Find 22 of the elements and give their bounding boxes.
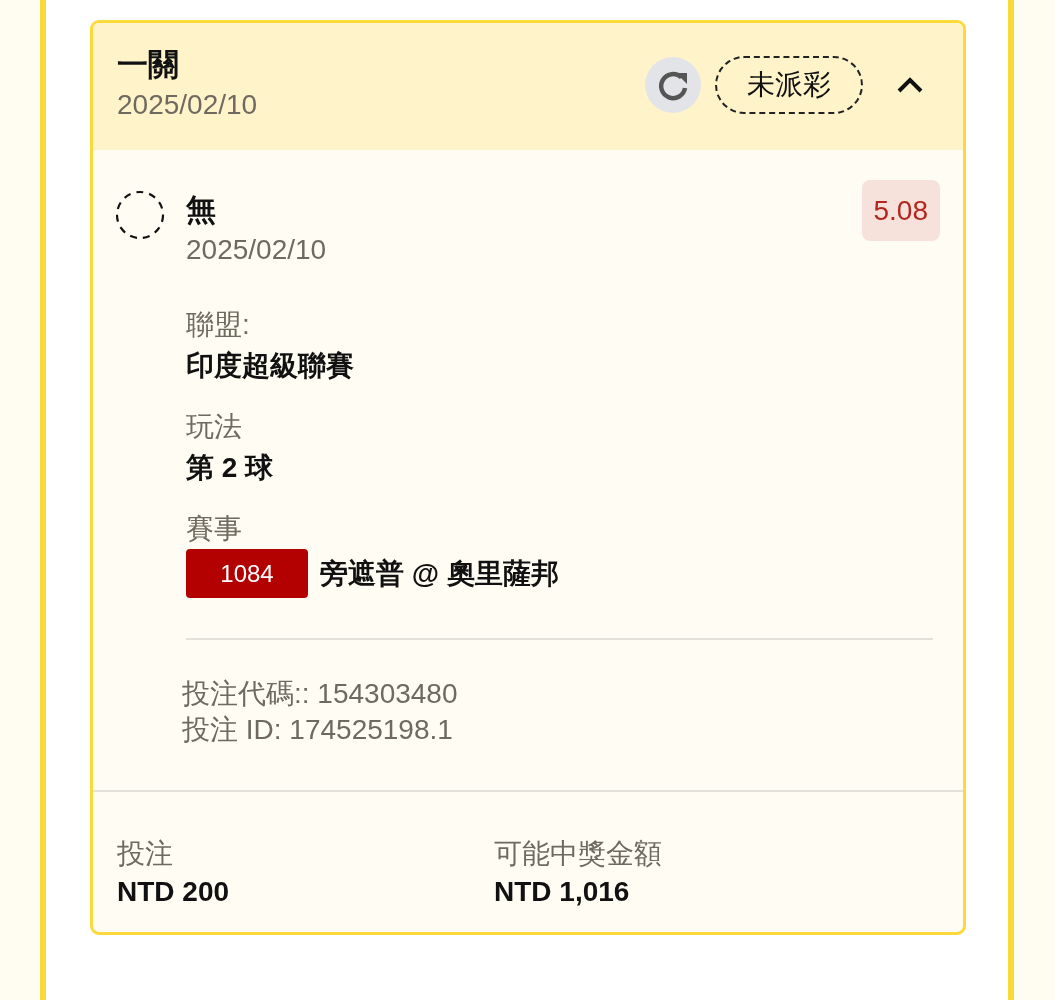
reference-text: 投注 ID: 174525198.1	[182, 713, 454, 747]
bet-date: 2025/02/10	[117, 88, 259, 122]
summary-value: NTD 200	[117, 875, 231, 909]
summary-label: 投注	[117, 837, 174, 871]
summary-label: 可能中獎金額	[494, 837, 663, 871]
detail-label: 賽事	[186, 512, 243, 546]
match-number-badge: 1084	[186, 549, 308, 598]
selection-date: 2025/02/10	[186, 233, 328, 267]
selection-name: 無	[186, 192, 217, 228]
chevron-up-icon[interactable]	[897, 77, 923, 93]
status-pill: 未派彩	[715, 56, 863, 114]
bet-title: 一關	[117, 46, 180, 84]
dashed-circle-icon	[115, 190, 165, 240]
odds-badge: 5.08	[861, 180, 940, 241]
refresh-icon[interactable]	[645, 57, 701, 113]
detail-label: 玩法	[186, 410, 243, 444]
reference-text: 投注代碼:: 154303480	[182, 677, 459, 711]
match-name: 旁遮普 @ 奧里薩邦	[320, 556, 559, 591]
detail-label: 聯盟:	[186, 308, 251, 342]
summary-value: NTD 1,016	[494, 875, 631, 909]
detail-value: 印度超級聯賽	[186, 349, 355, 383]
detail-value: 第 2 球	[186, 451, 275, 485]
